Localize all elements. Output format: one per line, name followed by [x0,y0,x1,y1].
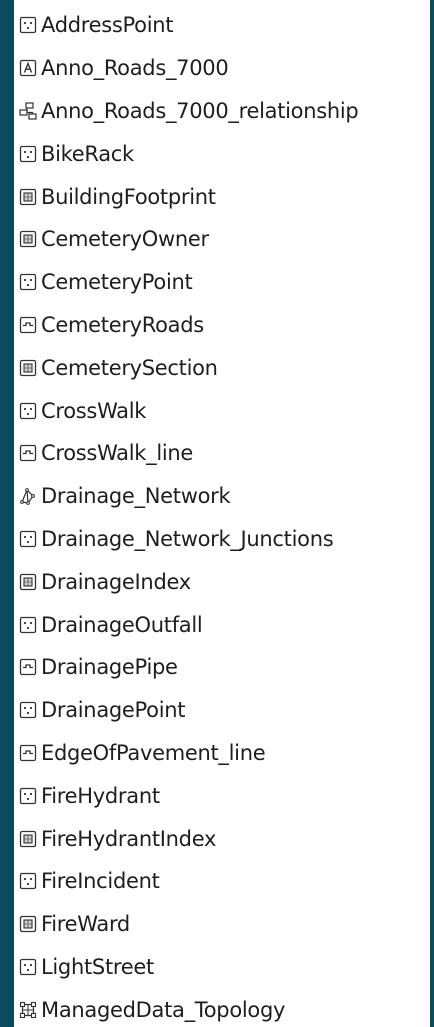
polygon-feature-class-icon [18,572,38,592]
list-item[interactable]: BuildingFootprint [18,175,358,218]
list-item-label: BuildingFootprint [41,184,216,209]
list-item-label: LightStreet [41,954,154,979]
list-item-label: EdgeOfPavement_line [41,740,266,765]
list-item[interactable]: Drainage_Network [18,475,358,518]
list-item-label: CemeteryOwner [41,227,209,252]
list-item[interactable]: AddressPoint [18,4,358,47]
list-item[interactable]: DrainageIndex [18,560,358,603]
window-background: AddressPoint Anno_Roads_7000 Anno_Roads_… [0,0,434,1027]
list-item-label: Drainage_Network_Junctions [41,526,334,551]
list-item[interactable]: CemeteryRoads [18,304,358,347]
list-item[interactable]: ManagedData_Topology [18,988,358,1027]
point-feature-class-icon [18,272,38,292]
list-item-label: BikeRack [41,141,134,166]
list-item-label: ManagedData_Topology [41,997,286,1022]
list-item[interactable]: CemeterySection [18,346,358,389]
topology-icon [18,1000,38,1020]
list-item-label: FireWard [41,912,130,937]
list-item[interactable]: Anno_Roads_7000 [18,47,358,90]
list-item-label: DrainagePipe [41,655,178,680]
list-item[interactable]: EdgeOfPavement_line [18,732,358,775]
list-item-label: DrainageIndex [41,569,191,594]
list-item-label: FireIncident [41,869,160,894]
list-item-label: AddressPoint [41,13,174,38]
list-item-label: CrossWalk [41,398,147,423]
point-feature-class-icon [18,401,38,421]
list-item-label: Anno_Roads_7000_relationship [41,98,359,123]
list-item[interactable]: DrainageOutfall [18,603,358,646]
polygon-feature-class-icon [18,229,38,249]
list-item[interactable]: CemeteryOwner [18,218,358,261]
relationship-class-icon [18,101,38,121]
list-item[interactable]: FireIncident [18,860,358,903]
point-feature-class-icon [18,144,38,164]
polygon-feature-class-icon [18,829,38,849]
list-item-label: CrossWalk_line [41,441,194,466]
point-feature-class-icon [18,529,38,549]
geometric-network-icon [18,486,38,506]
list-item-label: CemeteryRoads [41,312,204,337]
line-feature-class-icon [18,443,38,463]
list-item[interactable]: DrainagePipe [18,646,358,689]
list-item-label: FireHydrantIndex [41,826,217,851]
point-feature-class-icon [18,786,38,806]
point-feature-class-icon [18,700,38,720]
polygon-feature-class-icon [18,358,38,378]
point-feature-class-icon [18,615,38,635]
line-feature-class-icon [18,743,38,763]
list-item-label: DrainageOutfall [41,612,203,637]
point-feature-class-icon [18,871,38,891]
line-feature-class-icon [18,315,38,335]
list-item-label: FireHydrant [41,783,160,808]
list-item[interactable]: LightStreet [18,946,358,989]
list-item-label: DrainagePoint [41,698,186,723]
list-item-label: CemeterySection [41,355,218,380]
list-item[interactable]: DrainagePoint [18,689,358,732]
list-item-label: Drainage_Network [41,484,231,509]
polygon-feature-class-icon [18,914,38,934]
list-item[interactable]: CrossWalk_line [18,432,358,475]
list-item[interactable]: FireHydrant [18,774,358,817]
list-item[interactable]: BikeRack [18,132,358,175]
line-feature-class-icon [18,657,38,677]
catalog-contents-panel[interactable]: AddressPoint Anno_Roads_7000 Anno_Roads_… [14,0,430,1027]
point-feature-class-icon [18,15,38,35]
list-item[interactable]: Anno_Roads_7000_relationship [18,90,359,133]
point-feature-class-icon [18,957,38,977]
list-item[interactable]: FireWard [18,903,358,946]
list-item-label: CemeteryPoint [41,270,193,295]
list-item[interactable]: Drainage_Network_Junctions [18,518,358,561]
list-item-label: Anno_Roads_7000 [41,56,229,81]
list-item[interactable]: FireHydrantIndex [18,817,358,860]
layer-list: AddressPoint Anno_Roads_7000 Anno_Roads_… [18,4,359,1027]
list-item[interactable]: CrossWalk [18,389,358,432]
polygon-feature-class-icon [18,187,38,207]
annotation-feature-class-icon [18,58,38,78]
list-item[interactable]: CemeteryPoint [18,261,358,304]
